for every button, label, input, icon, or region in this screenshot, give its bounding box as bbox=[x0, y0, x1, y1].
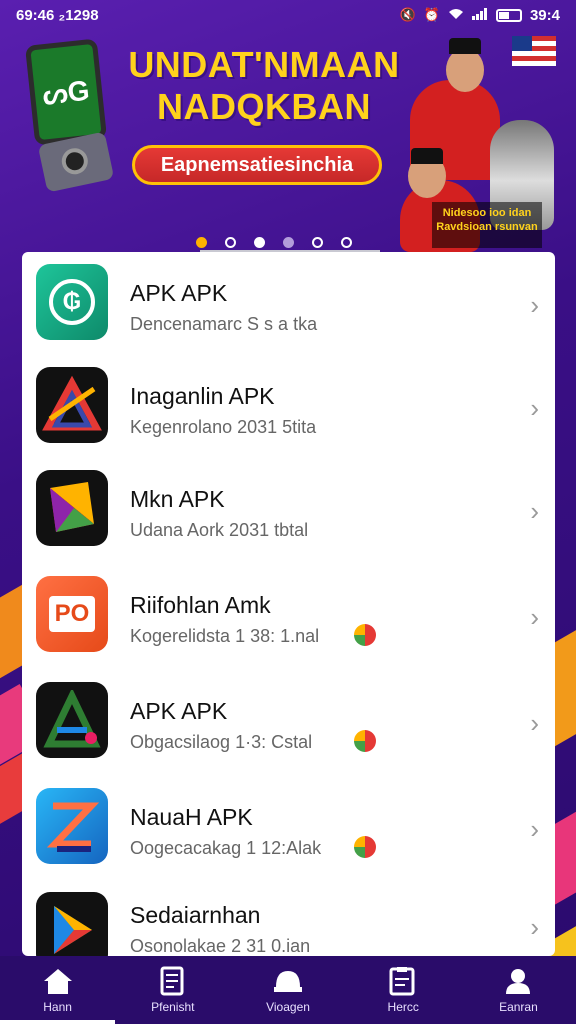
dark-triangle-icon bbox=[36, 367, 108, 443]
triangle-logo-icon bbox=[42, 375, 102, 431]
chevron-right-icon: › bbox=[530, 496, 539, 526]
dark-fold-icon bbox=[36, 470, 108, 546]
app-list: ₲ APK APK Dencenamarc S s a tka › Inagan… bbox=[22, 252, 555, 956]
clipboard-icon bbox=[387, 966, 419, 996]
person-head bbox=[446, 48, 484, 92]
banner-title-line1: UNDAT'NMAAN bbox=[128, 44, 400, 85]
nav-item-profile[interactable]: Eanran bbox=[461, 956, 576, 1024]
status-time: 39:4 bbox=[529, 6, 560, 24]
app-icon-glyph: ₲ bbox=[49, 279, 95, 325]
chevron-right-icon: › bbox=[530, 912, 539, 942]
z-logo-icon bbox=[46, 802, 100, 852]
list-item[interactable]: NauaH APK Oogecacakag 1 12:Alak › bbox=[22, 776, 555, 880]
app-title: APK APK bbox=[130, 698, 228, 724]
nav-label: Vioagen bbox=[266, 1000, 310, 1014]
a-logo-icon bbox=[43, 690, 101, 748]
nav-label: Eanran bbox=[499, 1000, 538, 1014]
status-icons: 🔇 ⏰ 39:4 bbox=[400, 7, 560, 24]
app-subtitle: Oogecacakag 1 12:Alak bbox=[130, 838, 322, 858]
app-title: Sedaiarnhan bbox=[130, 902, 261, 928]
cap-icon bbox=[411, 148, 443, 164]
banner-caption: Nidesoo ioo idan Ravdsioan rsunvan bbox=[432, 202, 542, 248]
list-item[interactable]: Sedaiarnhan Osonolakae 2 31 0.ian › bbox=[22, 874, 555, 956]
profile-icon bbox=[502, 966, 534, 996]
po-logo: PO bbox=[48, 596, 96, 632]
fold-logo-icon bbox=[50, 482, 94, 532]
chevron-right-icon: › bbox=[530, 814, 539, 844]
bottom-navigation: Hann Pfenisht Vioagen Hercc Eanran bbox=[0, 956, 576, 1024]
app-subtitle: Osonolakae 2 31 0.ian bbox=[130, 936, 311, 956]
chevron-right-icon: › bbox=[530, 290, 539, 320]
promo-banner[interactable]: ᔕG UNDAT'NMAAN NADQKBAN Eapnemsatiesinch… bbox=[0, 30, 576, 252]
chevron-right-icon: › bbox=[530, 602, 539, 632]
home-icon bbox=[42, 966, 74, 996]
carousel-dot[interactable] bbox=[312, 237, 323, 248]
nav-item-dome[interactable]: Vioagen bbox=[230, 956, 345, 1024]
nav-label: Pfenisht bbox=[151, 1000, 195, 1014]
teal-circle-icon: ₲ bbox=[36, 264, 108, 340]
app-subtitle: Udana Aork 2031 tbtal bbox=[130, 520, 309, 540]
banner-cta-button[interactable]: Eapnemsatiesinchia bbox=[132, 145, 382, 185]
play-logo-icon bbox=[54, 906, 92, 954]
carousel-dot[interactable] bbox=[196, 237, 207, 248]
carousel-dot[interactable] bbox=[254, 237, 265, 248]
carousel-dot[interactable] bbox=[341, 237, 352, 248]
list-item[interactable]: PO Riifohlan Amk Kogerelidsta 1 38: 1.na… bbox=[22, 564, 555, 668]
list-item[interactable]: Inaganlin APK Kegenrolano 2031 5tita › bbox=[22, 355, 555, 459]
app-title: APK APK bbox=[130, 280, 228, 306]
carousel-dot[interactable] bbox=[225, 237, 236, 248]
dome-icon bbox=[272, 966, 304, 996]
status-left-text: 69:46 ₂1298 bbox=[16, 6, 99, 24]
wifi-icon bbox=[448, 8, 464, 23]
dark-play-icon bbox=[36, 892, 108, 956]
nav-item-document[interactable]: Pfenisht bbox=[115, 956, 230, 1024]
list-item[interactable]: ₲ APK APK Dencenamarc S s a tka › bbox=[22, 252, 555, 356]
camera-lens-icon bbox=[59, 145, 91, 177]
verified-badge-icon bbox=[354, 730, 376, 752]
dark-a-icon bbox=[36, 682, 108, 758]
app-title: Inaganlin APK bbox=[130, 383, 275, 409]
orange-po-icon: PO bbox=[36, 576, 108, 652]
app-subtitle: Obgacsilaog 1·3: Cstal bbox=[130, 732, 313, 752]
app-subtitle: Kegenrolano 2031 5tita bbox=[130, 417, 317, 437]
blue-z-icon bbox=[36, 788, 108, 864]
tablet-logo: ᔕG bbox=[41, 74, 91, 110]
status-bar: 69:46 ₂1298 🔇 ⏰ 39:4 bbox=[0, 0, 576, 30]
nav-label: Hann bbox=[43, 1000, 72, 1014]
nav-active-indicator bbox=[0, 1020, 115, 1024]
flag-icon bbox=[512, 36, 556, 66]
carousel-dot[interactable] bbox=[283, 237, 294, 248]
mute-icon: 🔇 bbox=[399, 7, 416, 22]
app-subtitle: Kogerelidsta 1 38: 1.nal bbox=[130, 626, 320, 646]
alarm-icon: ⏰ bbox=[423, 7, 440, 22]
nav-item-clipboard[interactable]: Hercc bbox=[346, 956, 461, 1024]
app-title: Mkn APK bbox=[130, 486, 225, 512]
verified-badge-icon bbox=[354, 836, 376, 858]
cap-icon bbox=[449, 38, 481, 54]
app-title: NauaH APK bbox=[130, 804, 253, 830]
nav-label: Hercc bbox=[387, 1000, 419, 1014]
tablet-illustration: ᔕG bbox=[24, 38, 108, 146]
carousel-indicator[interactable] bbox=[196, 237, 352, 248]
verified-badge-icon bbox=[354, 624, 376, 646]
app-title: Riifohlan Amk bbox=[130, 592, 271, 618]
banner-title: UNDAT'NMAAN NADQKBAN bbox=[124, 44, 404, 128]
app-subtitle: Dencenamarc S s a tka bbox=[130, 314, 318, 334]
banner-title-line2: NADQKBAN bbox=[157, 86, 371, 127]
nav-item-home[interactable]: Hann bbox=[0, 956, 115, 1024]
chevron-right-icon: › bbox=[530, 708, 539, 738]
signal-icon bbox=[471, 7, 488, 23]
chevron-right-icon: › bbox=[530, 393, 539, 423]
document-icon bbox=[157, 966, 189, 996]
list-item[interactable]: Mkn APK Udana Aork 2031 tbtal › bbox=[22, 458, 555, 562]
list-item[interactable]: APK APK Obgacsilaog 1·3: Cstal › bbox=[22, 670, 555, 774]
battery-icon bbox=[495, 8, 522, 22]
